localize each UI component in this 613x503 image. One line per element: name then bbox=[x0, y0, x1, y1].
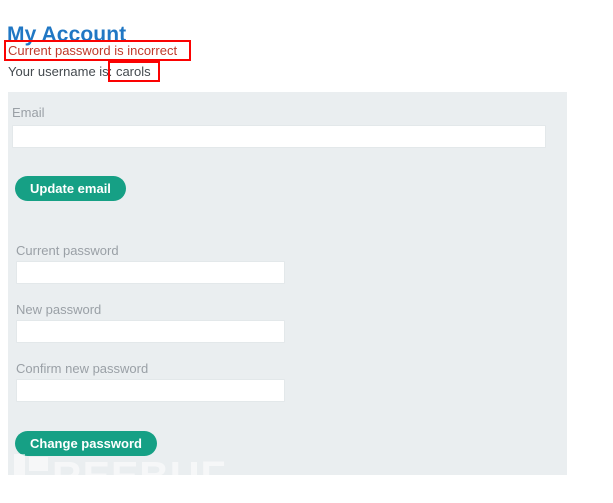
username-value: carols bbox=[115, 64, 151, 79]
change-password-button[interactable]: Change password bbox=[15, 431, 157, 456]
account-page: My Account Current password is incorrect… bbox=[0, 0, 613, 503]
new-password-label: New password bbox=[16, 302, 102, 317]
current-password-label: Current password bbox=[16, 243, 119, 258]
error-message: Current password is incorrect bbox=[8, 43, 178, 58]
update-email-button[interactable]: Update email bbox=[15, 176, 126, 201]
confirm-password-label: Confirm new password bbox=[16, 361, 149, 376]
email-label: Email bbox=[12, 105, 45, 120]
email-input[interactable] bbox=[12, 125, 546, 148]
new-password-input[interactable] bbox=[16, 320, 285, 343]
username-label: Your username is: bbox=[8, 64, 113, 79]
confirm-password-input[interactable] bbox=[16, 379, 285, 402]
current-password-input[interactable] bbox=[16, 261, 285, 284]
username-line: Your username is: carols bbox=[8, 64, 151, 80]
